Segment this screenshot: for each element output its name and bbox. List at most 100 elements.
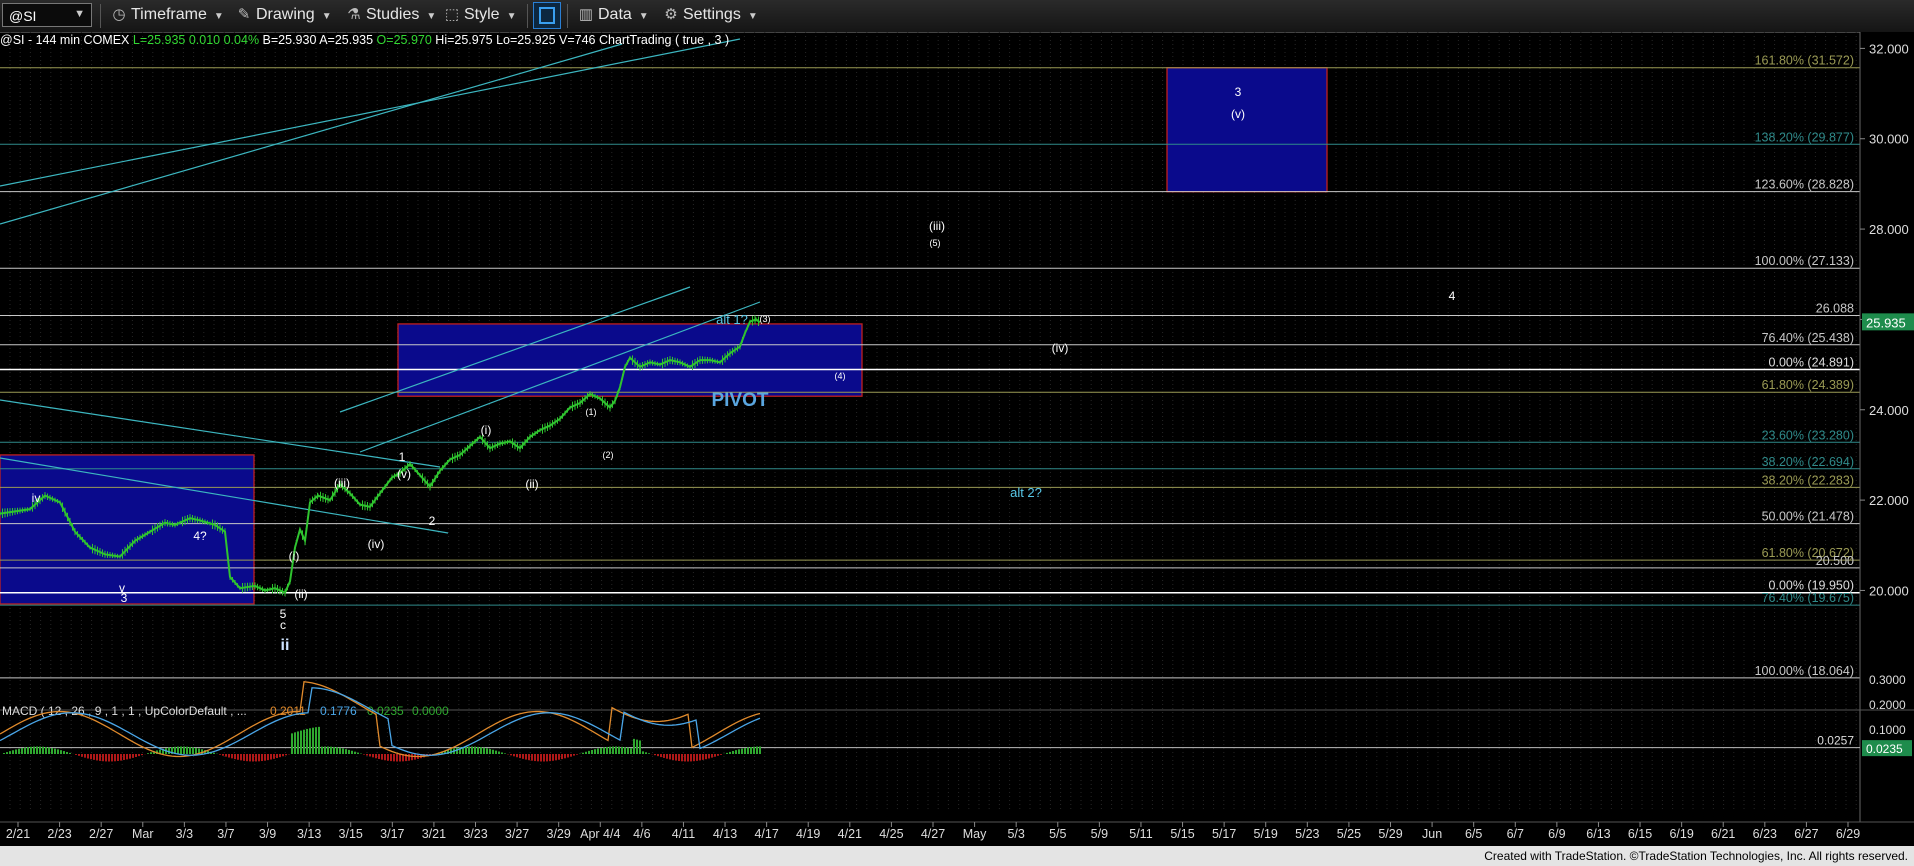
time-tick-label: 5/17 — [1212, 827, 1236, 841]
time-tick-label: 6/9 — [1548, 827, 1565, 841]
toolbar-divider — [100, 4, 101, 28]
macd-histogram-bar — [477, 746, 479, 754]
time-tick-label: 6/5 — [1465, 827, 1482, 841]
data-button[interactable]: ▥ Data ▼ — [577, 5, 649, 27]
macd-histogram-bar — [369, 754, 371, 757]
macd-histogram-bar — [516, 754, 518, 758]
macd-histogram-bar — [57, 749, 59, 754]
macd-histogram-bar — [387, 754, 389, 761]
macd-histogram-bar — [123, 754, 125, 761]
macd-readout: 0.0000 — [412, 704, 449, 718]
macd-histogram-bar — [600, 747, 602, 754]
macd-histogram-bar — [555, 754, 557, 761]
macd-histogram-bar — [549, 754, 551, 762]
macd-histogram-bar — [168, 747, 170, 754]
ohlc-volume: Hi=25.975 Lo=25.925 V=746 ChartTrading (… — [435, 33, 730, 47]
macd-histogram-bar — [237, 754, 239, 760]
macd-histogram-bar — [135, 754, 137, 758]
time-tick-label: 5/29 — [1378, 827, 1402, 841]
macd-histogram-bar — [411, 754, 413, 761]
copyright-text: Created with TradeStation. ©TradeStation… — [1484, 849, 1908, 863]
macd-histogram-bar — [246, 754, 248, 762]
macd-histogram-bar — [498, 751, 500, 754]
macd-histogram-bar — [366, 754, 368, 756]
flask-icon: ⚗ — [347, 6, 361, 23]
time-tick-label: 4/13 — [713, 827, 737, 841]
time-tick-label: 2/23 — [47, 827, 71, 841]
time-tick-label: 6/21 — [1711, 827, 1735, 841]
time-tick-label: 4/19 — [796, 827, 820, 841]
macd-histogram-bar — [678, 754, 680, 762]
macd-histogram-bar — [21, 748, 23, 754]
time-tick-label: 4/25 — [879, 827, 903, 841]
macd-histogram-bar — [609, 746, 611, 754]
price-tick-label: 20.000 — [1869, 583, 1909, 598]
time-tick-label: 4/6 — [633, 827, 650, 841]
time-tick-label: 6/15 — [1628, 827, 1652, 841]
wave-label: (3) — [760, 314, 771, 324]
macd-histogram-bar — [738, 749, 740, 754]
macd-histogram-bar — [474, 746, 476, 754]
macd-histogram-bar — [264, 754, 266, 761]
time-tick-label: 5/19 — [1254, 827, 1278, 841]
macd-histogram-bar — [177, 746, 179, 754]
macd-histogram-bar — [75, 754, 77, 755]
fib-level-label: 76.40% (19.675) — [1762, 591, 1854, 605]
macd-histogram-bar — [30, 746, 32, 754]
fib-level-label: 100.00% (27.133) — [1755, 254, 1854, 268]
macd-histogram-bar — [534, 754, 536, 762]
macd-histogram-bar — [42, 746, 44, 754]
macd-histogram-bar — [726, 752, 728, 754]
macd-histogram-bar — [633, 738, 635, 754]
time-tick-label: 5/11 — [1129, 827, 1152, 841]
macd-histogram-bar — [150, 752, 152, 754]
symbol-selector[interactable]: @SI ▼ — [2, 3, 92, 27]
macd-histogram-bar — [543, 754, 545, 762]
time-tick-label: 5/15 — [1170, 827, 1194, 841]
wave-label: (2) — [603, 450, 614, 460]
macd-histogram-bar — [195, 747, 197, 754]
chevron-down-icon: ▼ — [74, 8, 85, 20]
price-tick-label: 22.000 — [1869, 493, 1909, 508]
macd-axis-label: 0.2000 — [1869, 698, 1906, 712]
macd-histogram-bar — [315, 727, 317, 754]
macd-histogram-bar — [60, 750, 62, 754]
time-tick-label: 6/29 — [1836, 827, 1860, 841]
timeframe-button[interactable]: ◷ Timeframe ▼ — [110, 5, 223, 27]
macd-histogram-bar — [495, 750, 497, 754]
macd-histogram-bar — [672, 754, 674, 761]
macd-histogram-bar — [375, 754, 377, 759]
macd-histogram-bar — [108, 754, 110, 762]
price-tick-label: 28.000 — [1869, 222, 1909, 237]
macd-histogram-bar — [654, 754, 656, 756]
settings-button[interactable]: ⚙ Settings ▼ — [662, 5, 758, 27]
chart-area[interactable]: 161.80% (31.572)138.20% (29.877)123.60% … — [0, 32, 1914, 846]
price-change: 0.010 — [188, 33, 221, 47]
macd-histogram-bar — [189, 746, 191, 754]
macd-histogram-bar — [753, 746, 755, 754]
macd-histogram-bar — [675, 754, 677, 761]
macd-histogram-bar — [354, 751, 356, 754]
time-axis: 2/21 2/23 2/27 Mar 3/3 3/7 3/9 3/13 3/15 3/17 3/21… — [0, 821, 1914, 841]
layout-toggle-button[interactable] — [533, 2, 561, 29]
studies-button[interactable]: ⚗ Studies ▼ — [345, 5, 436, 27]
macd-histogram-bar — [756, 746, 758, 754]
time-tick-label: 5/5 — [1049, 827, 1066, 841]
chevron-down-icon: ▼ — [747, 11, 758, 22]
macd-histogram-bar — [51, 748, 53, 754]
price-tick-label: 24.000 — [1869, 403, 1909, 418]
grid-lines — [9, 32, 1857, 810]
macd-histogram-bar — [744, 747, 746, 754]
fib-level-label: 138.20% (29.877) — [1755, 130, 1854, 144]
macd-histogram-bar — [576, 754, 578, 755]
drawing-button[interactable]: ✎ Drawing ▼ — [235, 5, 332, 27]
macd-histogram-bar — [294, 732, 296, 754]
macd-histogram-bar — [759, 746, 761, 754]
macd-histogram-bar — [18, 748, 20, 754]
macd-histogram-bar — [129, 754, 131, 759]
time-tick-label: 3/21 — [422, 827, 446, 841]
macd-histogram-bar — [510, 754, 512, 756]
style-button[interactable]: ⬚ Style ▼ — [443, 5, 517, 27]
macd-histogram-bar — [138, 754, 140, 757]
bar-chart-icon: ▥ — [578, 6, 594, 23]
